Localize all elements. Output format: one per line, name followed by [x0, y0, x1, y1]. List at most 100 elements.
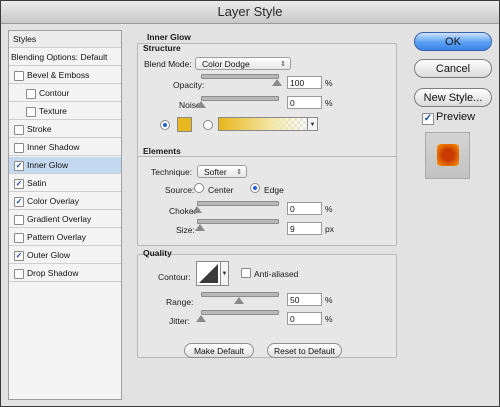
jitter-input[interactable]: 0: [287, 312, 322, 325]
panel-title: Inner Glow: [147, 32, 191, 42]
range-slider-thumb[interactable]: [234, 297, 244, 304]
opacity-slider-track[interactable]: [201, 74, 279, 79]
size-slider-thumb[interactable]: [195, 224, 206, 231]
source-edge-radio[interactable]: [250, 183, 260, 193]
glow-color-swatch[interactable]: [177, 117, 192, 132]
style-item-label: Stroke: [27, 124, 52, 134]
inner-glow-panel: Inner Glow Structure Blend Mode: Color D…: [129, 29, 404, 399]
style-item-checkbox[interactable]: [14, 71, 24, 81]
style-item[interactable]: Drop Shadow: [9, 265, 121, 282]
preview-well: [425, 132, 470, 179]
choke-slider-thumb[interactable]: [192, 206, 202, 213]
select-arrows-icon: ⇕: [280, 61, 286, 68]
jitter-slider-thumb[interactable]: [196, 315, 206, 322]
opacity-label: Opacity:: [173, 80, 205, 90]
ok-button[interactable]: OK: [414, 32, 492, 51]
style-item[interactable]: ✓ Satin: [9, 175, 121, 192]
source-label: Source:: [165, 185, 195, 195]
style-item[interactable]: ✓ Inner Glow: [9, 157, 121, 174]
gradient-dropdown-icon[interactable]: ▼: [308, 117, 318, 131]
preview-checkbox[interactable]: ✓: [422, 113, 434, 125]
elements-title: Elements: [143, 146, 181, 156]
style-item-label: Color Overlay: [27, 196, 79, 206]
styles-list-header: Styles: [9, 31, 121, 48]
preview-label: Preview: [436, 111, 476, 123]
preview-thumbnail: [437, 144, 459, 166]
opacity-unit: %: [325, 78, 333, 88]
style-item[interactable]: Contour: [9, 85, 121, 102]
styles-list: Styles Blending Options: Default Bevel & …: [8, 30, 122, 400]
technique-label: Technique:: [151, 167, 193, 177]
style-item-checkbox[interactable]: ✓: [14, 161, 24, 171]
contour-label: Contour:: [158, 272, 191, 282]
contour-dropdown-icon[interactable]: ▼: [221, 261, 229, 286]
solid-color-radio[interactable]: [160, 120, 170, 130]
choke-unit: %: [325, 204, 333, 214]
new-style-button[interactable]: New Style...: [414, 88, 492, 107]
reset-to-default-button[interactable]: Reset to Default: [267, 343, 342, 358]
anti-aliased-label: Anti-aliased: [254, 269, 299, 279]
style-item-label: Gradient Overlay: [27, 214, 92, 224]
noise-unit: %: [325, 98, 333, 108]
style-item[interactable]: Texture: [9, 103, 121, 120]
style-item-checkbox[interactable]: ✓: [14, 179, 24, 189]
blend-mode-value: Color Dodge: [202, 59, 250, 69]
style-item[interactable]: ✓ Outer Glow: [9, 247, 121, 264]
style-item[interactable]: Gradient Overlay: [9, 211, 121, 228]
title-bar[interactable]: Layer Style: [1, 1, 499, 24]
style-item[interactable]: Inner Shadow: [9, 139, 121, 156]
style-item[interactable]: Pattern Overlay: [9, 229, 121, 246]
style-item-checkbox[interactable]: ✓: [14, 251, 24, 261]
cancel-button[interactable]: Cancel: [414, 59, 492, 78]
noise-slider-thumb[interactable]: [196, 101, 206, 108]
style-item-label: Texture: [39, 106, 67, 116]
technique-select[interactable]: Softer ⇕: [197, 165, 247, 178]
gradient-radio[interactable]: [203, 120, 213, 130]
size-label: Size:: [176, 225, 195, 235]
make-default-button[interactable]: Make Default: [184, 343, 254, 358]
style-item-label: Inner Glow: [27, 160, 69, 170]
style-item-checkbox[interactable]: [14, 143, 24, 153]
jitter-unit: %: [325, 314, 333, 324]
range-input[interactable]: 50: [287, 293, 322, 306]
gradient-preview-bar[interactable]: [218, 117, 308, 131]
technique-value: Softer: [204, 167, 227, 177]
style-item-checkbox[interactable]: [26, 89, 36, 99]
source-center-radio[interactable]: [194, 183, 204, 193]
styles-header-label: Styles: [13, 34, 37, 44]
style-item-checkbox[interactable]: [14, 233, 24, 243]
choke-input[interactable]: 0: [287, 202, 322, 215]
style-item-checkbox[interactable]: [26, 107, 36, 117]
style-item-checkbox[interactable]: [14, 269, 24, 279]
choke-slider-track[interactable]: [197, 201, 279, 206]
select-arrows-icon: ⇕: [236, 169, 242, 176]
noise-slider-track[interactable]: [201, 96, 279, 101]
size-input[interactable]: 9: [287, 222, 322, 235]
style-item[interactable]: Blending Options: Default: [9, 49, 121, 66]
noise-input[interactable]: 0: [287, 96, 322, 109]
source-edge-label: Edge: [264, 185, 284, 195]
style-item-label: Outer Glow: [27, 250, 70, 260]
opacity-slider-thumb[interactable]: [272, 79, 282, 86]
style-item-checkbox[interactable]: ✓: [14, 197, 24, 207]
opacity-input[interactable]: 100: [287, 76, 322, 89]
contour-curve-icon[interactable]: [196, 261, 221, 286]
size-slider-track[interactable]: [197, 219, 279, 224]
anti-aliased-checkbox[interactable]: [241, 268, 251, 278]
style-item-checkbox[interactable]: [14, 215, 24, 225]
layer-style-dialog: Layer Style Styles Blending Options: Def…: [0, 0, 500, 407]
style-item[interactable]: Bevel & Emboss: [9, 67, 121, 84]
source-center-label: Center: [208, 185, 234, 195]
style-item-label: Bevel & Emboss: [27, 70, 90, 80]
style-item-checkbox[interactable]: [14, 125, 24, 135]
size-unit: px: [325, 224, 334, 234]
style-item-label: Blending Options: Default: [11, 52, 108, 62]
window-title: Layer Style: [217, 4, 283, 19]
jitter-slider-track[interactable]: [201, 310, 279, 315]
style-item-label: Pattern Overlay: [27, 232, 87, 242]
style-item-label: Satin: [27, 178, 47, 188]
range-label: Range:: [166, 297, 194, 307]
blend-mode-select[interactable]: Color Dodge ⇕: [195, 57, 291, 70]
style-item[interactable]: ✓ Color Overlay: [9, 193, 121, 210]
style-item[interactable]: Stroke: [9, 121, 121, 138]
